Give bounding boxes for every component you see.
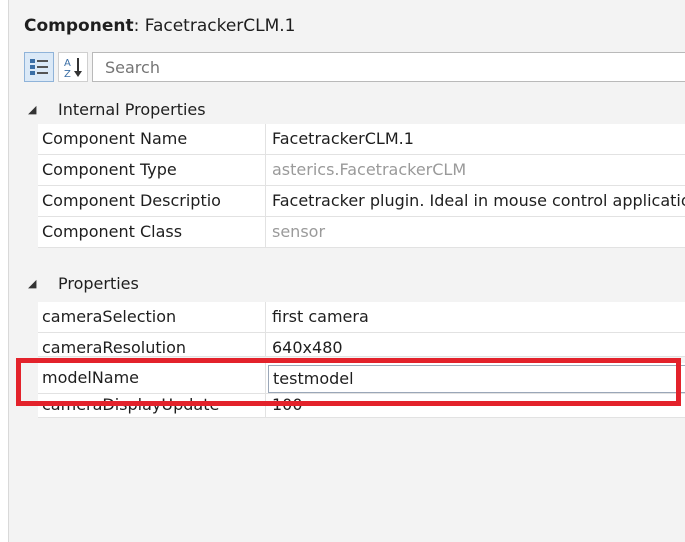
group-label: Internal Properties xyxy=(58,100,206,119)
property-value[interactable]: Facetracker plugin. Ideal in mouse contr… xyxy=(272,186,685,216)
collapse-triangle-icon[interactable]: ◢ xyxy=(28,96,36,124)
property-name: Component Name xyxy=(38,124,266,154)
property-row[interactable]: Component Type asterics.FacetrackerCLM xyxy=(38,155,685,186)
header-label: Component xyxy=(24,16,134,36)
property-row[interactable]: cameraSelection first camera xyxy=(38,302,685,333)
property-name: Component Descriptio xyxy=(38,186,266,216)
property-row[interactable]: Component Name FacetrackerCLM.1 xyxy=(38,124,685,155)
alphabetical-sort-button[interactable]: A Z xyxy=(58,52,88,82)
property-name: Component Type xyxy=(38,155,266,185)
property-row[interactable]: Component Descriptio Facetracker plugin.… xyxy=(38,186,685,217)
svg-text:Z: Z xyxy=(64,69,71,80)
group-internal-properties[interactable]: ◢ Internal Properties xyxy=(24,96,685,124)
svg-text:A: A xyxy=(64,58,71,69)
property-value: sensor xyxy=(272,222,326,241)
group-label: Properties xyxy=(58,274,139,293)
collapse-triangle-icon[interactable]: ◢ xyxy=(28,270,36,298)
property-name: cameraResolution xyxy=(38,333,266,356)
property-value[interactable]: 640x480 xyxy=(272,333,685,356)
group-properties[interactable]: ◢ Properties xyxy=(24,270,685,298)
property-toolbar: A Z xyxy=(24,52,685,86)
property-row[interactable]: Component Class sensor xyxy=(38,217,685,248)
categorized-view-icon xyxy=(30,59,48,75)
component-header: Component: FacetrackerCLM.1 xyxy=(24,16,296,36)
header-component-id: : FacetrackerCLM.1 xyxy=(133,16,296,36)
highlight-box xyxy=(16,358,681,406)
search-input[interactable] xyxy=(92,52,685,82)
property-value[interactable]: FacetrackerCLM.1 xyxy=(272,124,685,154)
categorized-view-button[interactable] xyxy=(24,52,54,82)
property-row[interactable]: cameraResolution 640x480 xyxy=(38,333,685,357)
property-value[interactable]: first camera xyxy=(272,302,685,332)
property-name: Component Class xyxy=(38,217,266,247)
sort-alphabetical-icon: A Z xyxy=(64,58,82,80)
property-name: cameraSelection xyxy=(38,302,266,332)
property-value: asterics.FacetrackerCLM xyxy=(272,160,467,179)
